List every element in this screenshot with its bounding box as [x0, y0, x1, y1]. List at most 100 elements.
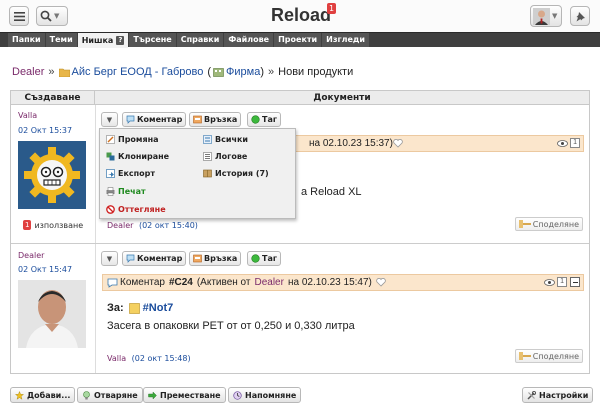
tag-button[interactable]: Таг [247, 251, 282, 266]
folder-icon [58, 68, 70, 77]
speech-bubble-icon [126, 115, 135, 124]
clock-icon [233, 390, 242, 400]
column-divider [95, 105, 96, 373]
main-menu-button[interactable] [9, 6, 29, 26]
breadcrumb-paren-close: ) [260, 66, 265, 78]
menu-item-logs[interactable]: Логове [203, 152, 247, 161]
button-label: Споделяне [532, 219, 579, 229]
comment-meta: 1 [544, 277, 580, 287]
tab-label: Файлове [228, 35, 270, 44]
button-label: Отваряне [94, 390, 138, 400]
comment-button[interactable]: Коментар [122, 112, 187, 127]
menu-item-revoke[interactable]: Оттегляне [106, 205, 166, 214]
menu-item-edit[interactable]: Промяна [106, 135, 159, 144]
tab-folders[interactable]: Папки [8, 33, 45, 47]
print-icon [106, 187, 115, 196]
usage-indicator[interactable]: 1 използване [23, 220, 83, 230]
star-icon [15, 390, 24, 400]
comment-button[interactable]: Коментар [122, 251, 187, 266]
tab-topics[interactable]: Теми [45, 33, 77, 47]
tab-views[interactable]: Изгледи [322, 33, 369, 47]
share-button[interactable]: Споделяне [514, 349, 583, 363]
column-header-created: Създаване [11, 91, 95, 105]
menu-item-clone[interactable]: Клониране [106, 152, 169, 161]
history-icon [203, 169, 212, 178]
footer-author[interactable]: Dealer [107, 221, 133, 230]
comment-label: Коментар [120, 277, 165, 288]
tab-projects[interactable]: Проекти [274, 33, 322, 47]
row-menu-button[interactable]: ▼ [101, 251, 118, 266]
link-button[interactable]: Връзка [189, 251, 242, 266]
user-menu-button[interactable]: ▼ [530, 5, 562, 27]
tag-button[interactable]: Таг [247, 112, 282, 127]
breadcrumb-user-link[interactable]: Dealer [12, 66, 44, 78]
tab-files[interactable]: Файлове [224, 33, 274, 47]
comment-status-post: на 02.10.23 15:47) [287, 277, 372, 288]
breadcrumb-separator: » [268, 66, 275, 78]
comment-status: на 02.10.23 15:37) [309, 138, 393, 149]
collapse-icon[interactable] [570, 277, 580, 287]
row-date: 02 Окт 15:47 [18, 265, 73, 274]
search-button[interactable]: ▼ [36, 6, 68, 26]
comment-status-pre: (Активен от [196, 277, 251, 288]
doc-footer: Valla (02 окт 15:48) [107, 354, 191, 363]
robot-avatar-icon [18, 141, 86, 209]
tab-label: Теми [49, 35, 73, 44]
row-author[interactable]: Valla [18, 111, 37, 120]
breadcrumb-type-link[interactable]: Фирма [226, 66, 260, 78]
link-button[interactable]: Връзка [189, 112, 242, 127]
comment-id[interactable]: #C24 [169, 277, 193, 288]
tab-search[interactable]: Търсене [129, 33, 176, 47]
bottom-toolbar: Добави... Отваряне Преместване Напомняне… [0, 382, 600, 414]
share-button[interactable]: Споделяне [514, 217, 583, 231]
tab-label: Справки [180, 35, 220, 44]
add-button[interactable]: Добави... [10, 387, 76, 403]
button-label: Връзка [204, 254, 238, 263]
remind-button[interactable]: Напомняне [228, 387, 302, 403]
eye-icon [544, 278, 555, 286]
revoke-icon [106, 205, 115, 214]
menu-item-all[interactable]: Всички [203, 135, 248, 144]
button-label: Коментар [137, 254, 183, 263]
menu-item-label: Експорт [118, 169, 156, 178]
move-button[interactable]: Преместване [143, 387, 226, 403]
breadcrumb-paren-open: ( [207, 66, 212, 78]
help-icon[interactable]: ? [116, 36, 125, 45]
export-icon [106, 169, 115, 178]
document-body: а Reload XL [301, 186, 362, 198]
bulb-icon [83, 390, 90, 399]
menu-item-print[interactable]: Печат [106, 187, 146, 196]
list-icon [203, 135, 212, 144]
green-dot-icon [251, 254, 260, 263]
subject-tag-link[interactable]: #Not7 [143, 302, 174, 314]
subject-label: За: [107, 302, 124, 314]
comment-author[interactable]: Dealer [254, 277, 283, 288]
breadcrumb-company-link[interactable]: Айс Берг ЕООД - Габрово [72, 66, 204, 78]
tab-thread[interactable]: Нишка? [77, 33, 129, 48]
breadcrumb-current: Нови продукти [278, 66, 354, 78]
footer-author[interactable]: Valla [107, 354, 126, 363]
chevron-down-icon: ▼ [106, 115, 113, 124]
row-menu-button[interactable]: ▼ [101, 112, 118, 127]
menu-item-export[interactable]: Експорт [106, 169, 155, 178]
open-button[interactable]: Отваряне [77, 387, 143, 403]
footer-date: (02 окт 15:40) [138, 221, 198, 230]
footer-date: (02 окт 15:48) [131, 354, 191, 363]
menu-item-history[interactable]: История (7) [203, 169, 269, 178]
heart-icon[interactable] [376, 278, 386, 287]
chevron-down-icon: ▼ [552, 12, 558, 20]
tab-reports[interactable]: Справки [176, 33, 224, 47]
pin-icon [576, 11, 585, 21]
notification-badge[interactable]: 1 [327, 3, 337, 14]
row-author[interactable]: Dealer [18, 251, 44, 260]
button-label: Напомняне [245, 390, 297, 400]
share-icon [518, 352, 531, 360]
green-dot-icon [251, 115, 260, 124]
pin-button[interactable] [570, 6, 590, 26]
heart-icon[interactable] [393, 139, 403, 148]
settings-button[interactable]: Настройки [522, 387, 594, 403]
share-icon [518, 220, 531, 228]
company-icon [213, 67, 224, 77]
breadcrumb: Dealer » Айс Берг ЕООД - Габрово ( Фирма… [12, 66, 353, 78]
column-header-documents: Документи [95, 91, 589, 105]
